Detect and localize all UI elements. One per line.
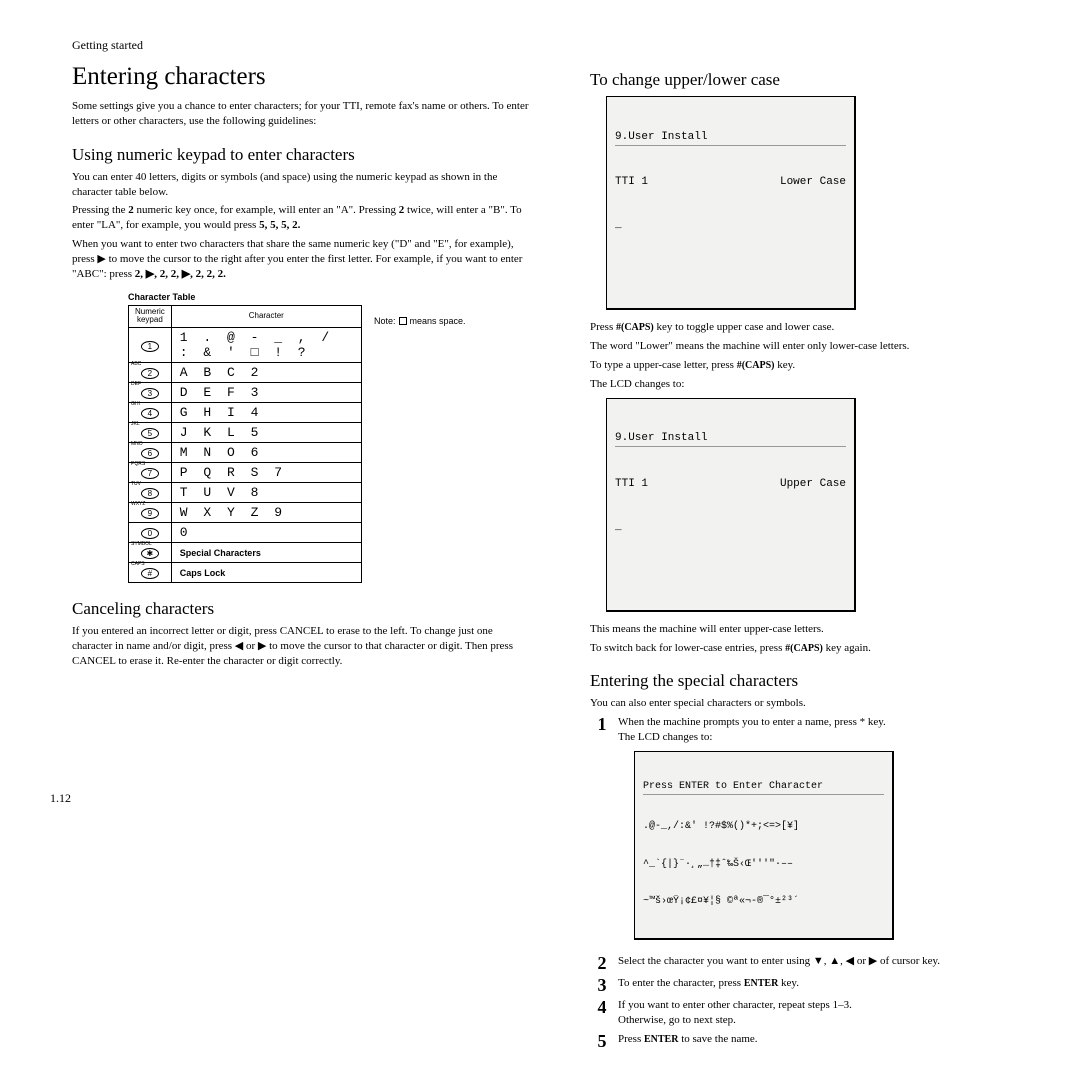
keypad-key-icon: 4 xyxy=(141,408,159,419)
table-row: SYMBOL✱Special Characters xyxy=(129,543,362,563)
character-cell: G H I 4 xyxy=(171,403,361,423)
keypad-p3: When you want to enter two characters th… xyxy=(72,237,532,282)
keypad-cell: ABC2 xyxy=(129,363,172,383)
keypad-p2: Pressing the 2 numeric key once, for exa… xyxy=(72,203,532,233)
special-p1: You can also enter special characters or… xyxy=(590,696,1030,711)
lcd-upper-case: 9.User Install TTI 1Upper Case _ xyxy=(606,398,856,612)
character-cell: A B C 2 xyxy=(171,363,361,383)
th-character: Character xyxy=(171,305,361,328)
character-table: Numeric keypad Character 1 1 . @ - _ , / … xyxy=(128,305,362,584)
keypad-cell: CAPS# xyxy=(129,563,172,583)
breadcrumb: Getting started xyxy=(72,38,532,53)
left-column: Getting started Entering characters Some… xyxy=(72,38,532,1054)
character-cell: J K L 5 xyxy=(171,423,361,443)
table-row: MNO6M N O 6 xyxy=(129,443,362,463)
character-cell: 0 xyxy=(171,523,361,543)
keypad-key-icon: 5 xyxy=(141,428,159,439)
table-row: 1 1 . @ - _ , / : & ' □ ! ? xyxy=(129,328,362,363)
section-keypad-heading: Using numeric keypad to enter characters xyxy=(72,145,532,165)
keypad-cell: 1 xyxy=(129,328,172,363)
table-row: GHI4G H I 4 xyxy=(129,403,362,423)
space-note: Note:means space. xyxy=(374,316,466,326)
keypad-cell: PQRS7 xyxy=(129,463,172,483)
table-row: DEF3D E F 3 xyxy=(129,383,362,403)
character-cell: D E F 3 xyxy=(171,383,361,403)
character-cell: Special Characters xyxy=(171,543,361,563)
right-column: To change upper/lower case 9.User Instal… xyxy=(590,38,1030,1054)
keypad-key-icon: # xyxy=(141,568,159,579)
character-cell: W X Y Z 9 xyxy=(171,503,361,523)
steps-list: 1 When the machine prompts you to enter … xyxy=(594,715,1030,1049)
section-special-heading: Entering the special characters xyxy=(590,671,1030,691)
keypad-key-icon: 2 xyxy=(141,368,159,379)
keypad-cell: GHI4 xyxy=(129,403,172,423)
character-cell: P Q R S 7 xyxy=(171,463,361,483)
section-cancel-heading: Canceling characters xyxy=(72,599,532,619)
case-p5: This means the machine will enter upper-… xyxy=(590,622,1030,637)
step-4: 4If you want to enter other character, r… xyxy=(594,998,1030,1028)
keypad-key-icon: 9 xyxy=(141,508,159,519)
case-p6: To switch back for lower-case entries, p… xyxy=(590,641,1030,656)
character-cell: Caps Lock xyxy=(171,563,361,583)
character-table-title: Character Table xyxy=(128,292,532,302)
keypad-p1: You can enter 40 letters, digits or symb… xyxy=(72,170,532,200)
step-1: 1 When the machine prompts you to enter … xyxy=(594,715,1030,950)
keypad-cell: TUV8 xyxy=(129,483,172,503)
keypad-key-icon: 7 xyxy=(141,468,159,479)
keypad-cell: 0 xyxy=(129,523,172,543)
page-content: Getting started Entering characters Some… xyxy=(0,0,1080,1084)
keypad-cell: JKL5 xyxy=(129,423,172,443)
step-3: 3To enter the character, press ENTER key… xyxy=(594,976,1030,994)
character-cell: 1 . @ - _ , / : & ' □ ! ? xyxy=(171,328,361,363)
intro-paragraph: Some settings give you a chance to enter… xyxy=(72,99,532,129)
step-5: 5Press ENTER to save the name. xyxy=(594,1032,1030,1050)
keypad-key-icon: 1 xyxy=(141,341,159,352)
keypad-key-icon: 6 xyxy=(141,448,159,459)
th-keypad: Numeric keypad xyxy=(129,305,172,328)
lcd-special-chars: Press ENTER to Enter Character .@-_,/:&'… xyxy=(634,751,894,940)
character-cell: T U V 8 xyxy=(171,483,361,503)
case-p4: The LCD changes to: xyxy=(590,377,1030,392)
table-row: JKL5J K L 5 xyxy=(129,423,362,443)
table-row: WXYZ9W X Y Z 9 xyxy=(129,503,362,523)
case-p1: Press #(CAPS) key to toggle upper case a… xyxy=(590,320,1030,335)
case-p2: The word "Lower" means the machine will … xyxy=(590,339,1030,354)
keypad-key-icon: 0 xyxy=(141,528,159,539)
keypad-key-icon: 3 xyxy=(141,388,159,399)
cancel-paragraph: If you entered an incorrect letter or di… xyxy=(72,624,532,669)
step-2: 2Select the character you want to enter … xyxy=(594,954,1030,972)
section-case-heading: To change upper/lower case xyxy=(590,70,1030,90)
keypad-cell: DEF3 xyxy=(129,383,172,403)
keypad-key-icon: 8 xyxy=(141,488,159,499)
page-number: 1.12 xyxy=(50,791,71,806)
keypad-cell: WXYZ9 xyxy=(129,503,172,523)
table-row: TUV8T U V 8 xyxy=(129,483,362,503)
case-p3: To type a upper-case letter, press #(CAP… xyxy=(590,358,1030,373)
table-row: ABC2A B C 2 xyxy=(129,363,362,383)
keypad-key-icon: ✱ xyxy=(141,548,159,559)
lcd-lower-case: 9.User Install TTI 1Lower Case _ xyxy=(606,96,856,310)
page-title: Entering characters xyxy=(72,63,532,91)
keypad-cell: SYMBOL✱ xyxy=(129,543,172,563)
table-row: PQRS7P Q R S 7 xyxy=(129,463,362,483)
keypad-cell: MNO6 xyxy=(129,443,172,463)
character-cell: M N O 6 xyxy=(171,443,361,463)
table-row: 00 xyxy=(129,523,362,543)
character-table-wrap: Character Table Numeric keypad Character… xyxy=(128,292,532,584)
table-row: CAPS#Caps Lock xyxy=(129,563,362,583)
